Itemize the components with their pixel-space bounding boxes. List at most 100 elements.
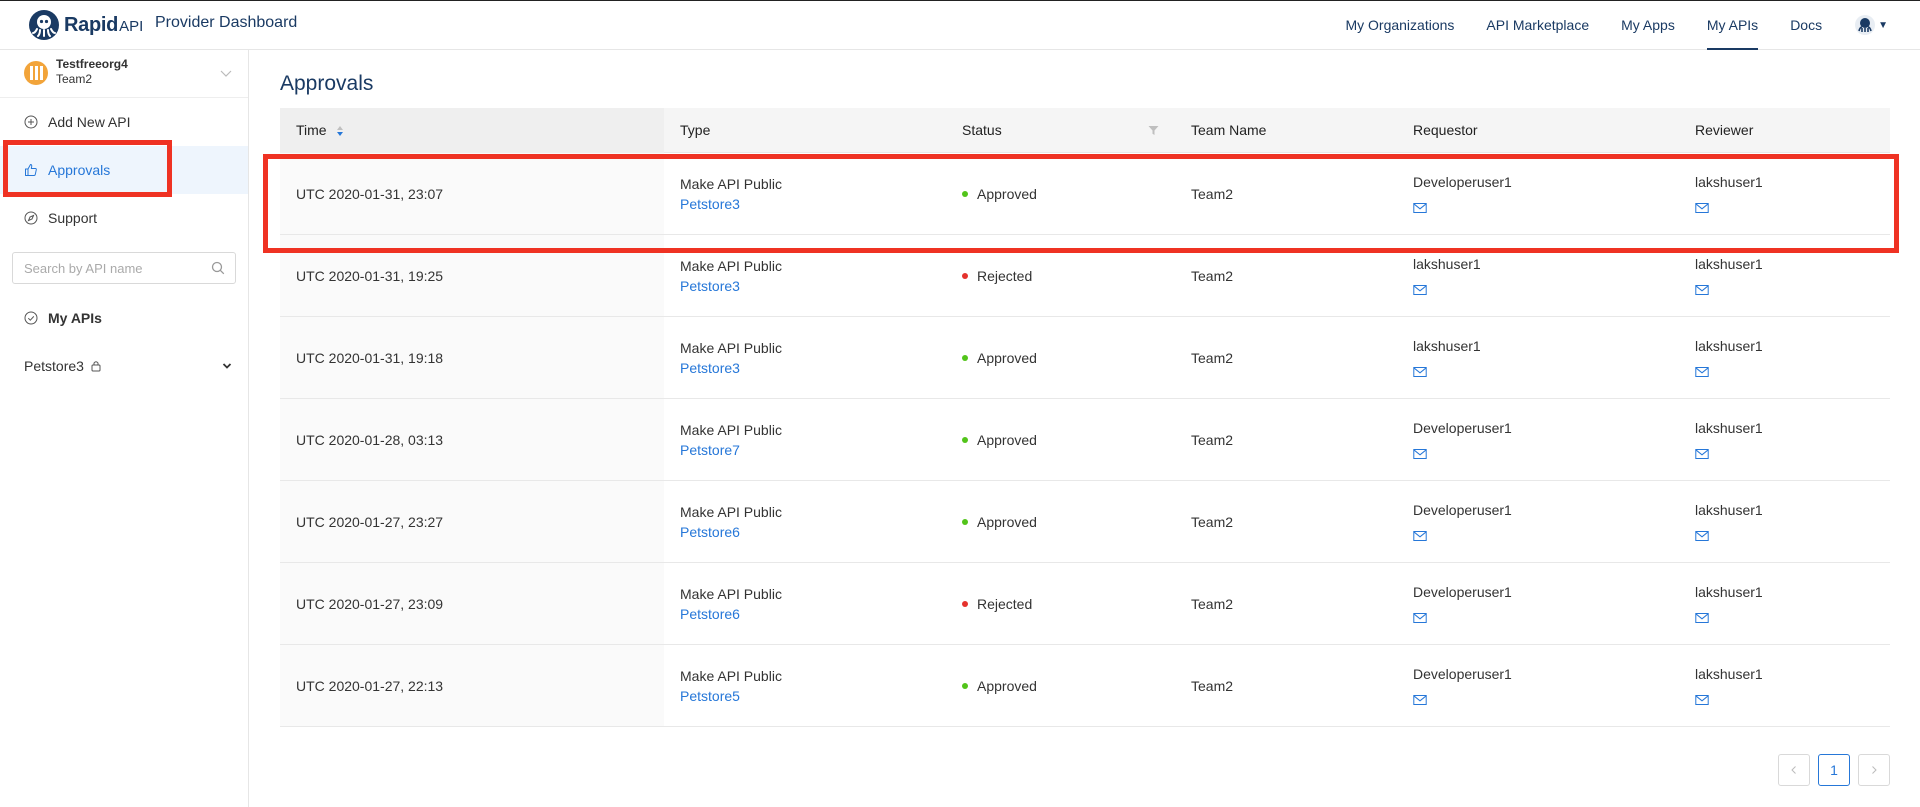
filter-icon[interactable] — [1148, 125, 1159, 136]
api-link[interactable]: Petstore6 — [680, 524, 946, 540]
api-link[interactable]: Petstore7 — [680, 442, 946, 458]
prev-page-button[interactable] — [1778, 754, 1810, 786]
api-link[interactable]: Petstore3 — [680, 196, 946, 212]
sidebar-item-approvals[interactable]: Approvals — [0, 146, 248, 194]
cell-requestor: lakshuser1 — [1397, 317, 1679, 398]
org-switcher[interactable]: Testfreeorg4 Team2 — [0, 50, 248, 98]
next-page-button[interactable] — [1858, 754, 1890, 786]
table-row: UTC 2020-01-31, 19:18 Make API Public Pets… — [280, 317, 1890, 399]
approvals-table: Time Type Status Team Name Requestor Rev… — [280, 107, 1890, 727]
org-name: Testfreeorg4 — [56, 57, 128, 71]
api-link[interactable]: Petstore5 — [680, 688, 946, 704]
mail-icon[interactable] — [1695, 694, 1709, 706]
status-dot — [962, 518, 968, 525]
cell-time: UTC 2020-01-27, 22:13 — [280, 645, 664, 726]
time-value: UTC 2020-01-31, 23:07 — [296, 185, 444, 202]
reviewer-value: lakshuser1 — [1695, 583, 1763, 600]
pagination: 1 — [1770, 754, 1890, 786]
search-icon[interactable] — [211, 261, 225, 275]
top-navigation: My Organizations API Marketplace My Apps… — [1345, 0, 1920, 50]
cell-requestor: Developeruser1 — [1397, 481, 1679, 562]
type-value: Make API Public — [680, 421, 782, 438]
column-header-time[interactable]: Time — [280, 107, 664, 153]
user-avatar-menu[interactable]: ▼ — [1854, 14, 1888, 36]
status-value: Approved — [977, 349, 1037, 366]
mail-icon[interactable] — [1695, 612, 1709, 624]
reviewer-value: lakshuser1 — [1695, 419, 1763, 436]
team-value: Team2 — [1191, 349, 1234, 366]
mail-icon[interactable] — [1413, 612, 1427, 624]
api-link[interactable]: Petstore3 — [680, 278, 946, 294]
table-header: Time Type Status Team Name Requestor Rev… — [280, 107, 1890, 153]
cell-time: UTC 2020-01-28, 03:13 — [280, 399, 664, 480]
requestor-value: lakshuser1 — [1413, 337, 1481, 354]
nav-my-organizations[interactable]: My Organizations — [1345, 0, 1454, 50]
api-search-input[interactable] — [13, 253, 235, 283]
sidebar-item-label: My APIs — [48, 310, 102, 326]
chevron-down-icon[interactable] — [222, 361, 232, 371]
cell-status: Rejected — [946, 563, 1175, 644]
cell-time: UTC 2020-01-27, 23:27 — [280, 481, 664, 562]
nav-api-marketplace[interactable]: API Marketplace — [1486, 0, 1589, 50]
mail-icon[interactable] — [1695, 366, 1709, 378]
cell-type: Make API Public Petstore6 — [664, 481, 946, 562]
time-value: UTC 2020-01-27, 23:27 — [296, 513, 444, 530]
nav-my-apis[interactable]: My APIs — [1706, 0, 1759, 50]
cell-requestor: Developeruser1 — [1397, 645, 1679, 726]
cell-time: UTC 2020-01-31, 19:18 — [280, 317, 664, 398]
type-value: Make API Public — [680, 257, 782, 274]
sidebar-item-add-new-api[interactable]: Add New API — [0, 98, 248, 146]
logo-suffix: API — [119, 17, 144, 35]
sort-icon[interactable] — [336, 125, 344, 137]
org-team: Team2 — [56, 72, 93, 86]
cell-team-name: Team2 — [1175, 153, 1397, 234]
cell-requestor: Developeruser1 — [1397, 563, 1679, 644]
caret-down-icon: ▼ — [1878, 19, 1888, 31]
mail-icon[interactable] — [1695, 202, 1709, 214]
sidebar-my-apis-header[interactable]: My APIs — [0, 294, 248, 342]
table-row: UTC 2020-01-31, 19:25 Make API Public Pets… — [280, 235, 1890, 317]
column-label: Time — [296, 121, 327, 138]
type-value: Make API Public — [680, 667, 782, 684]
mail-icon[interactable] — [1695, 448, 1709, 460]
cell-team-name: Team2 — [1175, 235, 1397, 316]
mail-icon[interactable] — [1695, 530, 1709, 542]
cell-status: Rejected — [946, 235, 1175, 316]
mail-icon[interactable] — [1413, 448, 1427, 460]
rapidapi-logo[interactable]: Rapid API — [28, 9, 143, 41]
mail-icon[interactable] — [1413, 530, 1427, 542]
nav-docs[interactable]: Docs — [1790, 0, 1822, 50]
time-value: UTC 2020-01-31, 19:18 — [296, 349, 444, 366]
team-value: Team2 — [1191, 595, 1234, 612]
reviewer-value: lakshuser1 — [1695, 173, 1763, 190]
team-value: Team2 — [1191, 431, 1234, 448]
mail-icon[interactable] — [1413, 366, 1427, 378]
nav-my-apps[interactable]: My Apps — [1621, 0, 1675, 50]
time-value: UTC 2020-01-27, 23:09 — [296, 595, 444, 612]
status-dot — [962, 682, 968, 689]
column-header-status: Status — [946, 108, 1175, 153]
mail-icon[interactable] — [1413, 694, 1427, 706]
sidebar-item-support[interactable]: Support — [0, 194, 248, 242]
api-link[interactable]: Petstore6 — [680, 606, 946, 622]
cell-time: UTC 2020-01-31, 19:25 — [280, 235, 664, 316]
cell-reviewer: lakshuser1 — [1679, 563, 1890, 644]
column-header-type: Type — [680, 121, 711, 138]
sidebar-item-label: Approvals — [48, 162, 111, 178]
cell-team-name: Team2 — [1175, 317, 1397, 398]
sidebar-item-petstore3[interactable]: Petstore3 — [0, 342, 248, 390]
mail-icon[interactable] — [1413, 284, 1427, 296]
team-value: Team2 — [1191, 185, 1234, 202]
rapidapi-octopus-icon — [29, 10, 59, 40]
cell-type: Make API Public Petstore5 — [664, 645, 946, 726]
mail-icon[interactable] — [1413, 202, 1427, 214]
time-value: UTC 2020-01-27, 22:13 — [296, 677, 444, 694]
cell-reviewer: lakshuser1 — [1679, 645, 1890, 726]
api-link[interactable]: Petstore3 — [680, 360, 946, 376]
page-1-button[interactable]: 1 — [1818, 754, 1850, 786]
sidebar: Testfreeorg4 Team2 Add New API Approvals… — [0, 50, 249, 807]
logo-text: Rapid — [64, 13, 119, 36]
time-value: UTC 2020-01-28, 03:13 — [296, 431, 444, 448]
mail-icon[interactable] — [1695, 284, 1709, 296]
main-content: Approvals Time Type Status Team Name Req… — [250, 50, 1920, 807]
